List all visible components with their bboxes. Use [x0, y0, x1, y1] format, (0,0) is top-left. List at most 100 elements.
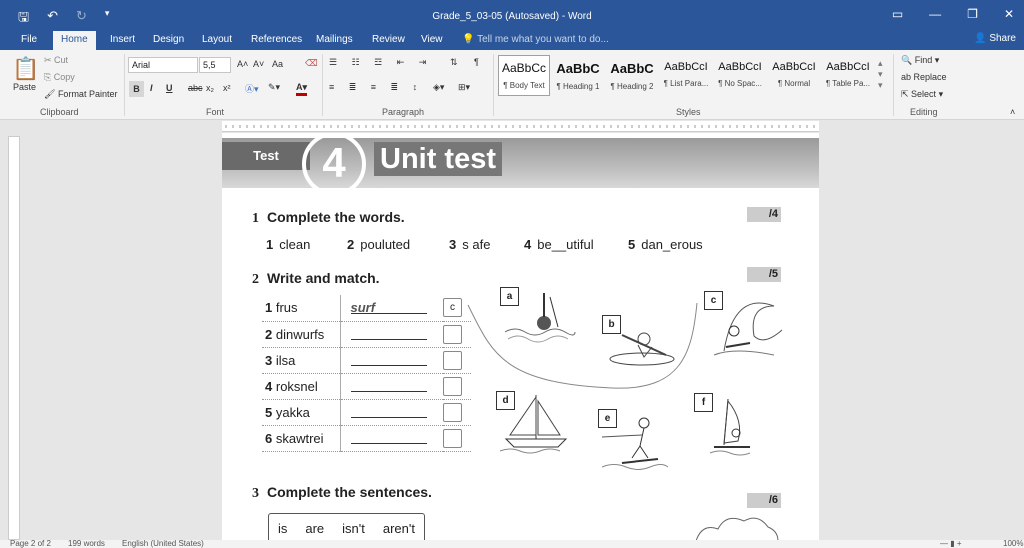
- style-name: ¶ Body Text: [503, 81, 545, 90]
- tab-layout[interactable]: Layout: [202, 34, 232, 45]
- answer-line[interactable]: [350, 404, 427, 418]
- word-count[interactable]: 199 words: [68, 540, 105, 548]
- tab-file[interactable]: File: [21, 34, 37, 45]
- font-group-label: Font: [206, 107, 225, 117]
- picture-f[interactable]: f: [694, 393, 764, 457]
- underline-button[interactable]: U: [166, 83, 173, 93]
- highlight-icon[interactable]: ✎▾: [268, 82, 280, 93]
- scrambled-text: skawtrei: [275, 430, 324, 446]
- font-size-dropdown[interactable]: 5,5: [199, 57, 231, 73]
- style-heading-1[interactable]: AaBbC ¶ Heading 1: [552, 55, 604, 96]
- row-number: 3: [265, 352, 273, 368]
- font-name-dropdown[interactable]: Arial: [128, 57, 198, 73]
- answer-line[interactable]: [350, 326, 427, 340]
- tab-home[interactable]: Home: [53, 31, 96, 50]
- tab-references[interactable]: References: [251, 34, 302, 45]
- style-heading-2[interactable]: AaBbC ¶ Heading 2: [606, 55, 658, 96]
- clear-format-icon[interactable]: ⌫: [305, 58, 318, 69]
- select-label: Select: [911, 89, 937, 99]
- style-preview: AaBbCcI: [718, 61, 762, 73]
- style-no-spacing[interactable]: AaBbCcI ¶ No Spac...: [714, 55, 766, 96]
- letter-box[interactable]: [443, 350, 462, 370]
- letter-box[interactable]: [443, 428, 462, 448]
- text-effects-icon[interactable]: Ⓐ▾: [245, 82, 259, 95]
- picture-b[interactable]: b: [602, 315, 680, 371]
- answer-line[interactable]: [350, 430, 427, 444]
- picture-e[interactable]: e: [598, 409, 670, 471]
- style-table-paragraph[interactable]: AaBbCcI ¶ Table Pa...: [822, 55, 874, 96]
- tab-design[interactable]: Design: [153, 34, 184, 45]
- tell-me-search[interactable]: 💡 Tell me what you want to do...: [462, 34, 609, 45]
- tab-mailings[interactable]: Mailings: [316, 34, 353, 45]
- answer-line[interactable]: surf: [350, 300, 427, 315]
- horizontal-ruler[interactable]: [222, 121, 819, 132]
- section-3-score: /6: [747, 493, 781, 508]
- letter-box[interactable]: [443, 376, 462, 396]
- shading-icon[interactable]: ◈▾: [433, 82, 444, 93]
- list-buttons[interactable]: ☰ ☷ ☲ ⇤ ⇥: [329, 57, 432, 68]
- superscript-button[interactable]: x²: [223, 83, 231, 93]
- styles-scroll-icon[interactable]: ▴ ▾ ▾: [878, 58, 883, 91]
- word-number: 1: [266, 237, 274, 252]
- strikethrough-button[interactable]: abc: [188, 83, 203, 93]
- restore-button[interactable]: ❐: [967, 7, 978, 21]
- italic-button[interactable]: I: [150, 83, 153, 93]
- paste-button[interactable]: Paste: [13, 82, 36, 92]
- sort-icon[interactable]: ⇅: [450, 57, 458, 68]
- subscript-button[interactable]: x₂: [206, 83, 214, 93]
- change-case-button[interactable]: Aa: [272, 59, 283, 69]
- answer-line[interactable]: [350, 378, 427, 392]
- letter-box[interactable]: [443, 324, 462, 344]
- shrink-font-icon[interactable]: A˅: [253, 59, 264, 69]
- close-button[interactable]: ✕: [1004, 7, 1014, 21]
- bold-button[interactable]: B: [129, 81, 144, 97]
- answer-line[interactable]: [350, 352, 427, 366]
- picture-a[interactable]: a: [500, 287, 580, 349]
- style-name: ¶ Normal: [777, 79, 811, 88]
- word-box-item: isn't: [342, 520, 365, 536]
- scrambled-word: 5 yakka: [262, 399, 341, 426]
- row-number: 4: [265, 378, 273, 394]
- ribbon-display-icon[interactable]: ▭: [892, 7, 903, 21]
- select-button[interactable]: ⇱ Select ▾: [901, 89, 943, 100]
- show-marks-icon[interactable]: ¶: [474, 57, 479, 67]
- section-title: Complete the words.: [267, 209, 405, 225]
- tab-insert[interactable]: Insert: [110, 34, 135, 45]
- page-count[interactable]: Page 2 of 2: [10, 540, 51, 548]
- word-text: dan_erous: [641, 237, 703, 252]
- picture-d[interactable]: d: [496, 391, 576, 455]
- match-row: 1 frus surf c: [262, 295, 471, 322]
- font-color-icon[interactable]: A▾: [296, 82, 308, 96]
- zoom-slider[interactable]: — ▮ +: [940, 540, 962, 548]
- cut-button[interactable]: ✂ Cut: [44, 55, 68, 66]
- tab-view[interactable]: View: [421, 34, 443, 45]
- share-button[interactable]: 👤 Share: [974, 33, 1016, 44]
- tab-review[interactable]: Review: [372, 34, 405, 45]
- grow-font-icon[interactable]: A˄: [237, 59, 248, 69]
- style-body-text[interactable]: AaBbCc ¶ Body Text: [498, 55, 550, 96]
- alignment-buttons[interactable]: ≡ ≣ ≡ ≣ ↕: [329, 82, 423, 93]
- replace-button[interactable]: ab Replace: [901, 72, 947, 82]
- copy-button[interactable]: ⎘ Copy: [44, 72, 75, 83]
- word-text: s afe: [462, 237, 491, 252]
- vertical-ruler[interactable]: [8, 136, 20, 540]
- language-indicator[interactable]: English (United States): [122, 540, 204, 548]
- answer-cell: [340, 399, 443, 426]
- style-list-paragraph[interactable]: AaBbCcI ¶ List Para...: [660, 55, 712, 96]
- letter-box[interactable]: c: [443, 298, 462, 318]
- match-row: 5 yakka: [262, 399, 471, 426]
- letter-cell: [443, 399, 471, 426]
- word-item: 4 be__utiful: [524, 237, 594, 252]
- paste-icon[interactable]: 📋: [12, 56, 39, 82]
- letter-box[interactable]: [443, 402, 462, 422]
- minimize-button[interactable]: —: [929, 7, 941, 21]
- format-painter-button[interactable]: 🖌 Format Painter: [44, 89, 117, 100]
- document-page[interactable]: Test 4 Unit test 1 Complete the words. /4…: [222, 133, 819, 540]
- borders-icon[interactable]: ⊞▾: [458, 82, 470, 93]
- find-button[interactable]: 🔍 Find ▾: [901, 55, 939, 66]
- zoom-level[interactable]: 100%: [1003, 540, 1023, 548]
- style-normal[interactable]: AaBbCcI ¶ Normal: [768, 55, 820, 96]
- collapse-ribbon-icon[interactable]: ˄: [1010, 107, 1015, 117]
- picture-c[interactable]: c: [704, 291, 784, 365]
- group-divider: [124, 54, 125, 116]
